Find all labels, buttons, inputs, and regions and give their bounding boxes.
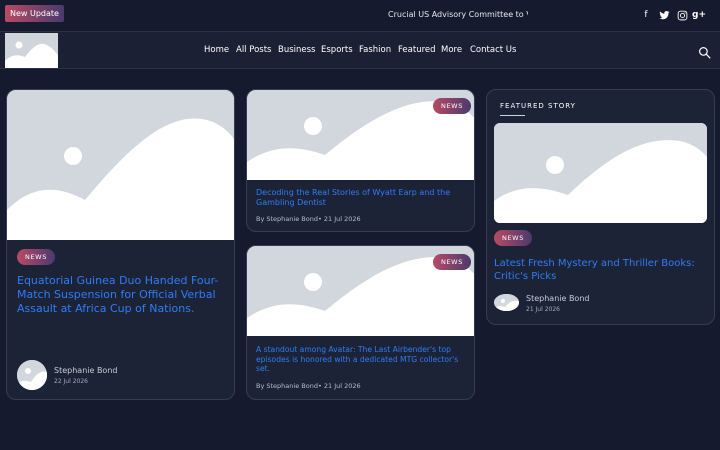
category-tag[interactable]: NEWS (433, 254, 471, 270)
post-date: 21 Jul 2026 (526, 306, 560, 313)
post-date: 22 Jul 2026 (54, 378, 88, 385)
main-nav: Home All Posts Business Esports Fashion … (0, 32, 720, 69)
twitter-icon[interactable] (657, 8, 671, 22)
nav-all-posts[interactable]: All Posts (236, 45, 271, 55)
search-icon[interactable] (698, 44, 711, 59)
author-avatar[interactable] (17, 360, 47, 390)
article-card-large[interactable]: NEWS Equatorial Guinea Duo Handed Four-M… (6, 89, 235, 400)
author-name[interactable]: Stephanie Bond (526, 294, 589, 303)
featured-story-card: FEATURED STORY NEWS Latest Fresh Mystery… (486, 89, 715, 325)
instagram-icon[interactable] (675, 8, 689, 22)
article-card[interactable]: NEWS Decoding the Real Stories of Wyatt … (246, 89, 475, 232)
post-date: • 21 Jul 2026 (318, 215, 361, 223)
article-card[interactable]: NEWS A standout among Avatar: The Last A… (246, 245, 475, 400)
nav-featured[interactable]: Featured (398, 45, 436, 55)
featured-story-heading: FEATURED STORY (500, 102, 576, 110)
article-title[interactable]: Decoding the Real Stories of Wyatt Earp … (256, 188, 461, 208)
news-ticker[interactable]: Crucial US Advisory Committee to Vo (388, 10, 528, 24)
nav-more[interactable]: More (441, 45, 462, 55)
article-image-placeholder[interactable] (494, 123, 707, 223)
top-bar: New Update Crucial US Advisory Committee… (0, 0, 720, 32)
article-image-placeholder[interactable] (7, 90, 234, 240)
post-date: • 21 Jul 2026 (318, 382, 361, 390)
google-plus-icon[interactable]: g+ (692, 8, 706, 22)
article-title[interactable]: Latest Fresh Mystery and Thriller Books:… (494, 258, 704, 284)
nav-esports[interactable]: Esports (321, 45, 353, 55)
heading-underline (500, 115, 525, 116)
author-name[interactable]: Stephanie Bond (54, 366, 117, 375)
article-title[interactable]: A standout among Avatar: The Last Airben… (256, 345, 466, 374)
author-avatar[interactable] (494, 294, 519, 311)
nav-home[interactable]: Home (204, 45, 229, 55)
category-tag[interactable]: NEWS (494, 230, 532, 246)
author-byline[interactable]: By Stephanie Bond (256, 215, 318, 223)
author-byline[interactable]: By Stephanie Bond (256, 382, 318, 390)
facebook-icon[interactable]: f (639, 8, 653, 22)
nav-fashion[interactable]: Fashion (359, 45, 391, 55)
new-update-badge[interactable]: New Update (5, 5, 64, 22)
category-tag[interactable]: NEWS (433, 98, 471, 114)
nav-business[interactable]: Business (278, 45, 315, 55)
main-navbar: Home All Posts Business Esports Fashion … (0, 32, 720, 69)
nav-contact-us[interactable]: Contact Us (470, 45, 516, 55)
article-title[interactable]: Equatorial Guinea Duo Handed Four-Match … (17, 274, 227, 316)
category-tag[interactable]: NEWS (17, 249, 55, 265)
